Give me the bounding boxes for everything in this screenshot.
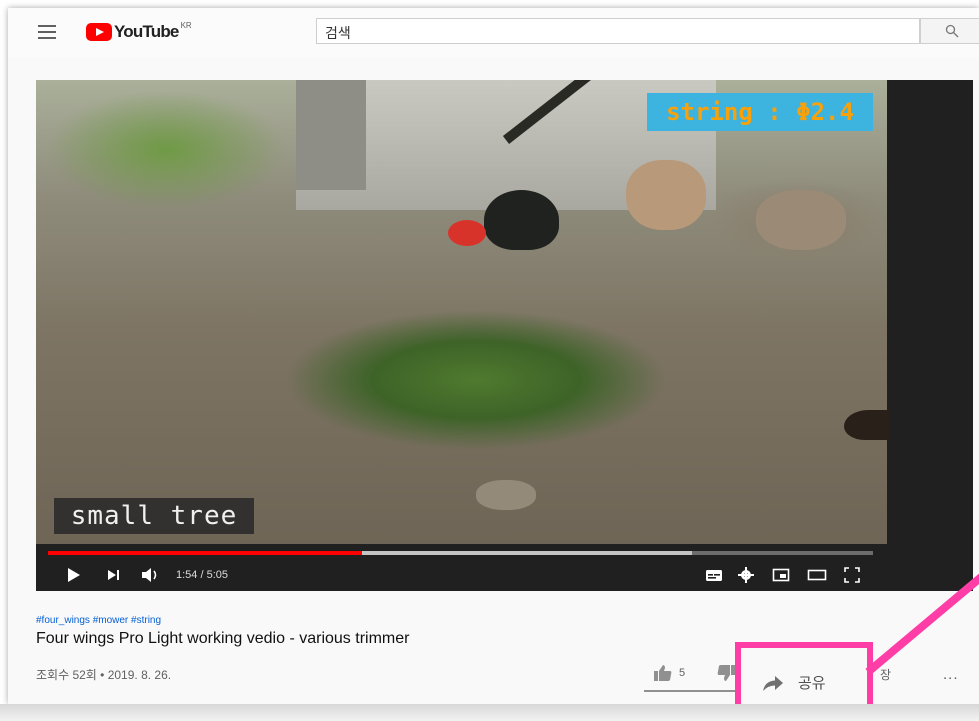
like-icon — [654, 665, 672, 681]
progress-bar[interactable] — [48, 551, 873, 555]
video-title: Four wings Pro Light working vedio - var… — [36, 630, 410, 647]
progress-played — [48, 551, 362, 555]
share-label: 공유 — [798, 675, 826, 692]
like-button[interactable]: 5 — [653, 664, 685, 682]
subtitles-icon[interactable] — [704, 565, 724, 585]
like-count: 5 — [679, 667, 686, 679]
youtube-logo[interactable]: YouTube KR — [86, 20, 192, 44]
browser-frame: YouTube KR 검색 string : Φ2.4 small tree 1… — [8, 8, 979, 704]
next-icon[interactable] — [106, 565, 122, 585]
share-icon — [763, 675, 783, 691]
share-button[interactable]: 공유 — [762, 672, 826, 693]
save-button[interactable]: 장 — [880, 666, 891, 683]
video-frame[interactable]: string : Φ2.4 small tree — [36, 80, 889, 544]
time-display: 1:54 / 5:05 — [176, 569, 228, 581]
search-button[interactable] — [920, 18, 979, 44]
window-shadow — [0, 704, 979, 721]
play-icon[interactable] — [66, 565, 82, 585]
trimmer-guard — [484, 190, 559, 250]
view-count-date: 조회수 52회 • 2019. 8. 26. — [36, 668, 172, 682]
region-label: KR — [180, 20, 192, 30]
logo-text: YouTube — [114, 22, 179, 41]
fullscreen-icon[interactable] — [842, 565, 862, 585]
trimmer-head — [448, 220, 486, 246]
sentiment-bar — [644, 690, 744, 692]
miniplayer-icon[interactable] — [771, 565, 791, 585]
hashtags[interactable]: #four_wings #mower #string — [36, 615, 161, 626]
volume-icon[interactable] — [140, 565, 162, 585]
menu-icon[interactable] — [38, 25, 56, 39]
dislike-button[interactable] — [716, 664, 736, 687]
video-player[interactable]: string : Φ2.4 small tree 1:54 / 5:05 — [36, 80, 973, 591]
youtube-logo-icon — [86, 23, 112, 41]
video-caption-small-tree: small tree — [54, 498, 254, 534]
settings-icon[interactable] — [736, 565, 756, 585]
search-input[interactable]: 검색 — [316, 18, 920, 44]
search-icon — [945, 24, 959, 38]
masthead: YouTube KR 검색 — [8, 8, 979, 58]
theater-icon[interactable] — [806, 565, 828, 585]
player-controls: 1:54 / 5:05 — [36, 560, 887, 590]
dislike-icon — [717, 665, 735, 681]
more-actions-button[interactable]: ... — [943, 666, 959, 683]
video-caption-string: string : Φ2.4 — [647, 93, 873, 131]
